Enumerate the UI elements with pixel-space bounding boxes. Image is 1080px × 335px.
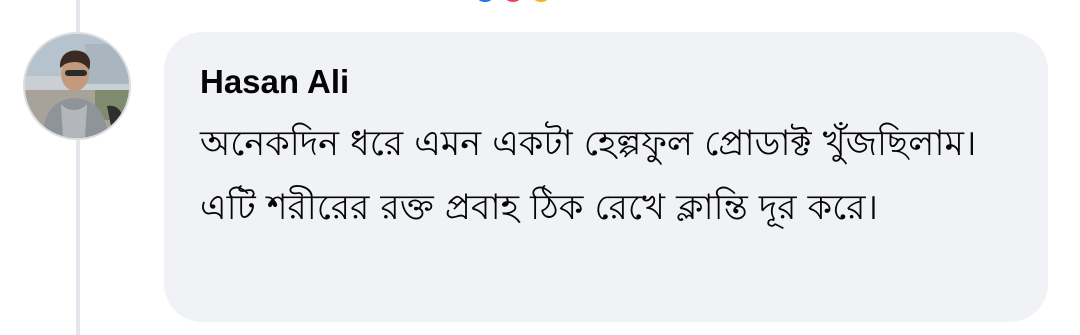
comment-thread: Hasan Ali অনেকদিন ধরে এমন একটা হেল্পফুল … <box>0 0 1080 335</box>
profile-photo-icon <box>25 34 129 138</box>
comment-author-name[interactable]: Hasan Ali <box>200 62 349 102</box>
comment-text: অনেকদিন ধরে এমন একটা হেল্পফুল প্রোডাক্ট … <box>200 124 977 228</box>
haha-reaction-icon <box>528 0 554 4</box>
avatar[interactable] <box>23 32 131 140</box>
previous-comment-actions-clipped <box>472 0 554 8</box>
comment-bubble: Hasan Ali অনেকদিন ধরে এমন একটা হেল্পফুল … <box>164 32 1048 322</box>
love-reaction-icon <box>500 0 526 4</box>
like-reaction-icon <box>472 0 498 4</box>
